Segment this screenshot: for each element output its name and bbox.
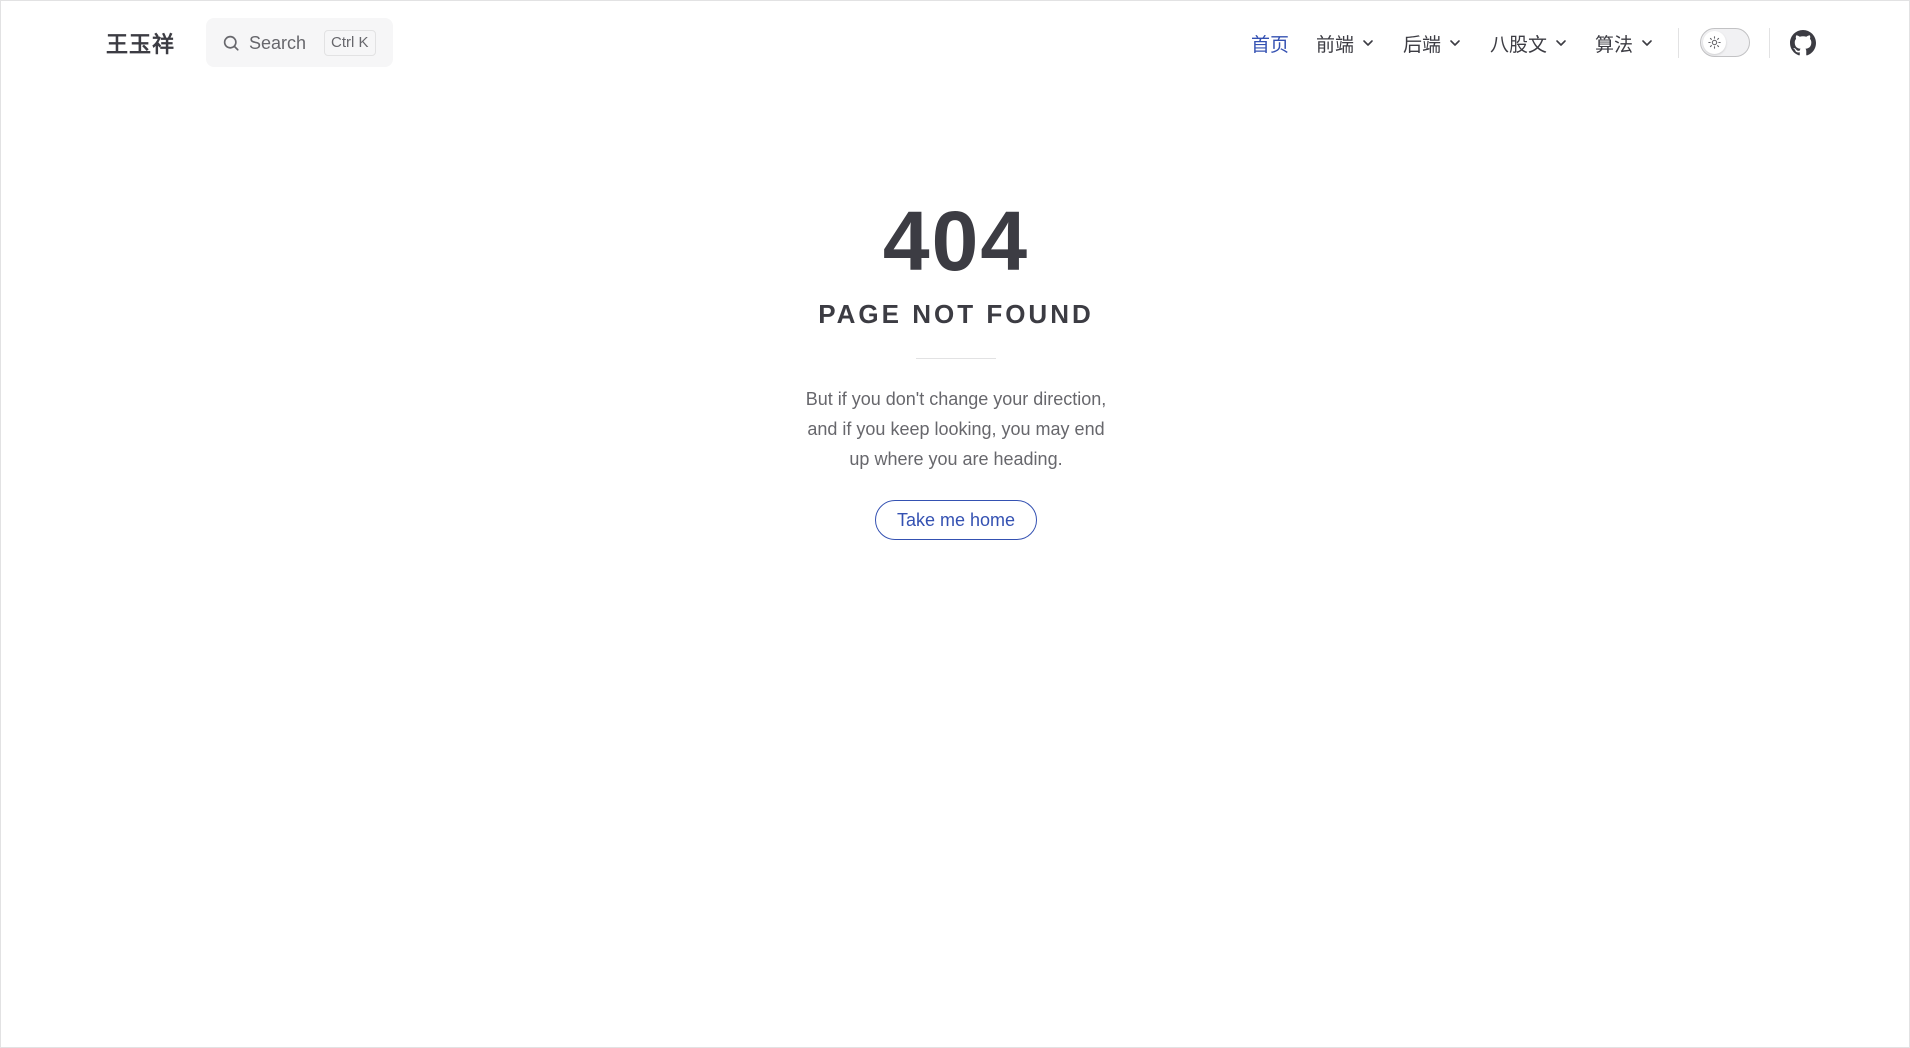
nav-item-frontend[interactable]: 前端 (1316, 29, 1374, 57)
nav-item-label: 算法 (1595, 34, 1634, 56)
search-button[interactable]: Search Ctrl K (206, 18, 393, 67)
nav-divider (1769, 28, 1770, 58)
appearance-toggle[interactable] (1700, 28, 1750, 57)
search-icon (223, 35, 239, 51)
nav-item-backend[interactable]: 后端 (1403, 29, 1461, 57)
nav-item-label: 首页 (1251, 34, 1290, 56)
nav-item-interview[interactable]: 八股文 (1490, 29, 1567, 57)
github-link[interactable] (1790, 30, 1816, 56)
page-frame: 王玉祥 Search Ctrl K 首页 前端 后端 八股文 算法 404 PA… (0, 0, 1910, 1048)
chevron-down-icon (1642, 40, 1652, 46)
take-me-home-button[interactable]: Take me home (874, 500, 1038, 540)
error-code: 404 (882, 194, 1030, 288)
error-title: PAGE NOT FOUND (818, 299, 1094, 329)
content-divider (916, 358, 996, 359)
not-found-content: 404 PAGE NOT FOUND But if you don't chan… (1, 191, 1910, 540)
nav-item-home[interactable]: 首页 (1251, 29, 1289, 57)
shortcut-key: K (358, 34, 369, 51)
nav-item-label: 前端 (1316, 34, 1355, 56)
navbar: 王玉祥 Search Ctrl K 首页 前端 后端 八股文 算法 (1, 1, 1910, 84)
nav-divider (1678, 28, 1679, 58)
chevron-down-icon (1450, 40, 1460, 46)
error-quote: But if you don't change your direction, … (786, 384, 1126, 474)
chevron-down-icon (1556, 40, 1566, 46)
search-label: Search (249, 33, 307, 53)
quote-line: But if you don't change your direction, (805, 389, 1107, 409)
sun-icon (1708, 36, 1721, 49)
nav-item-label: 后端 (1403, 34, 1442, 56)
github-icon (1790, 30, 1816, 56)
nav-item-algorithm[interactable]: 算法 (1595, 29, 1653, 57)
quote-line: up where you are heading. (849, 449, 1063, 469)
toggle-knob (1703, 31, 1726, 54)
nav-item-label: 八股文 (1490, 34, 1548, 56)
search-shortcut: Ctrl K (324, 30, 376, 56)
shortcut-ctrl: Ctrl (331, 34, 355, 51)
chevron-down-icon (1363, 40, 1373, 46)
site-logo[interactable]: 王玉祥 (106, 27, 175, 59)
quote-line: and if you keep looking, you may end (807, 419, 1105, 439)
